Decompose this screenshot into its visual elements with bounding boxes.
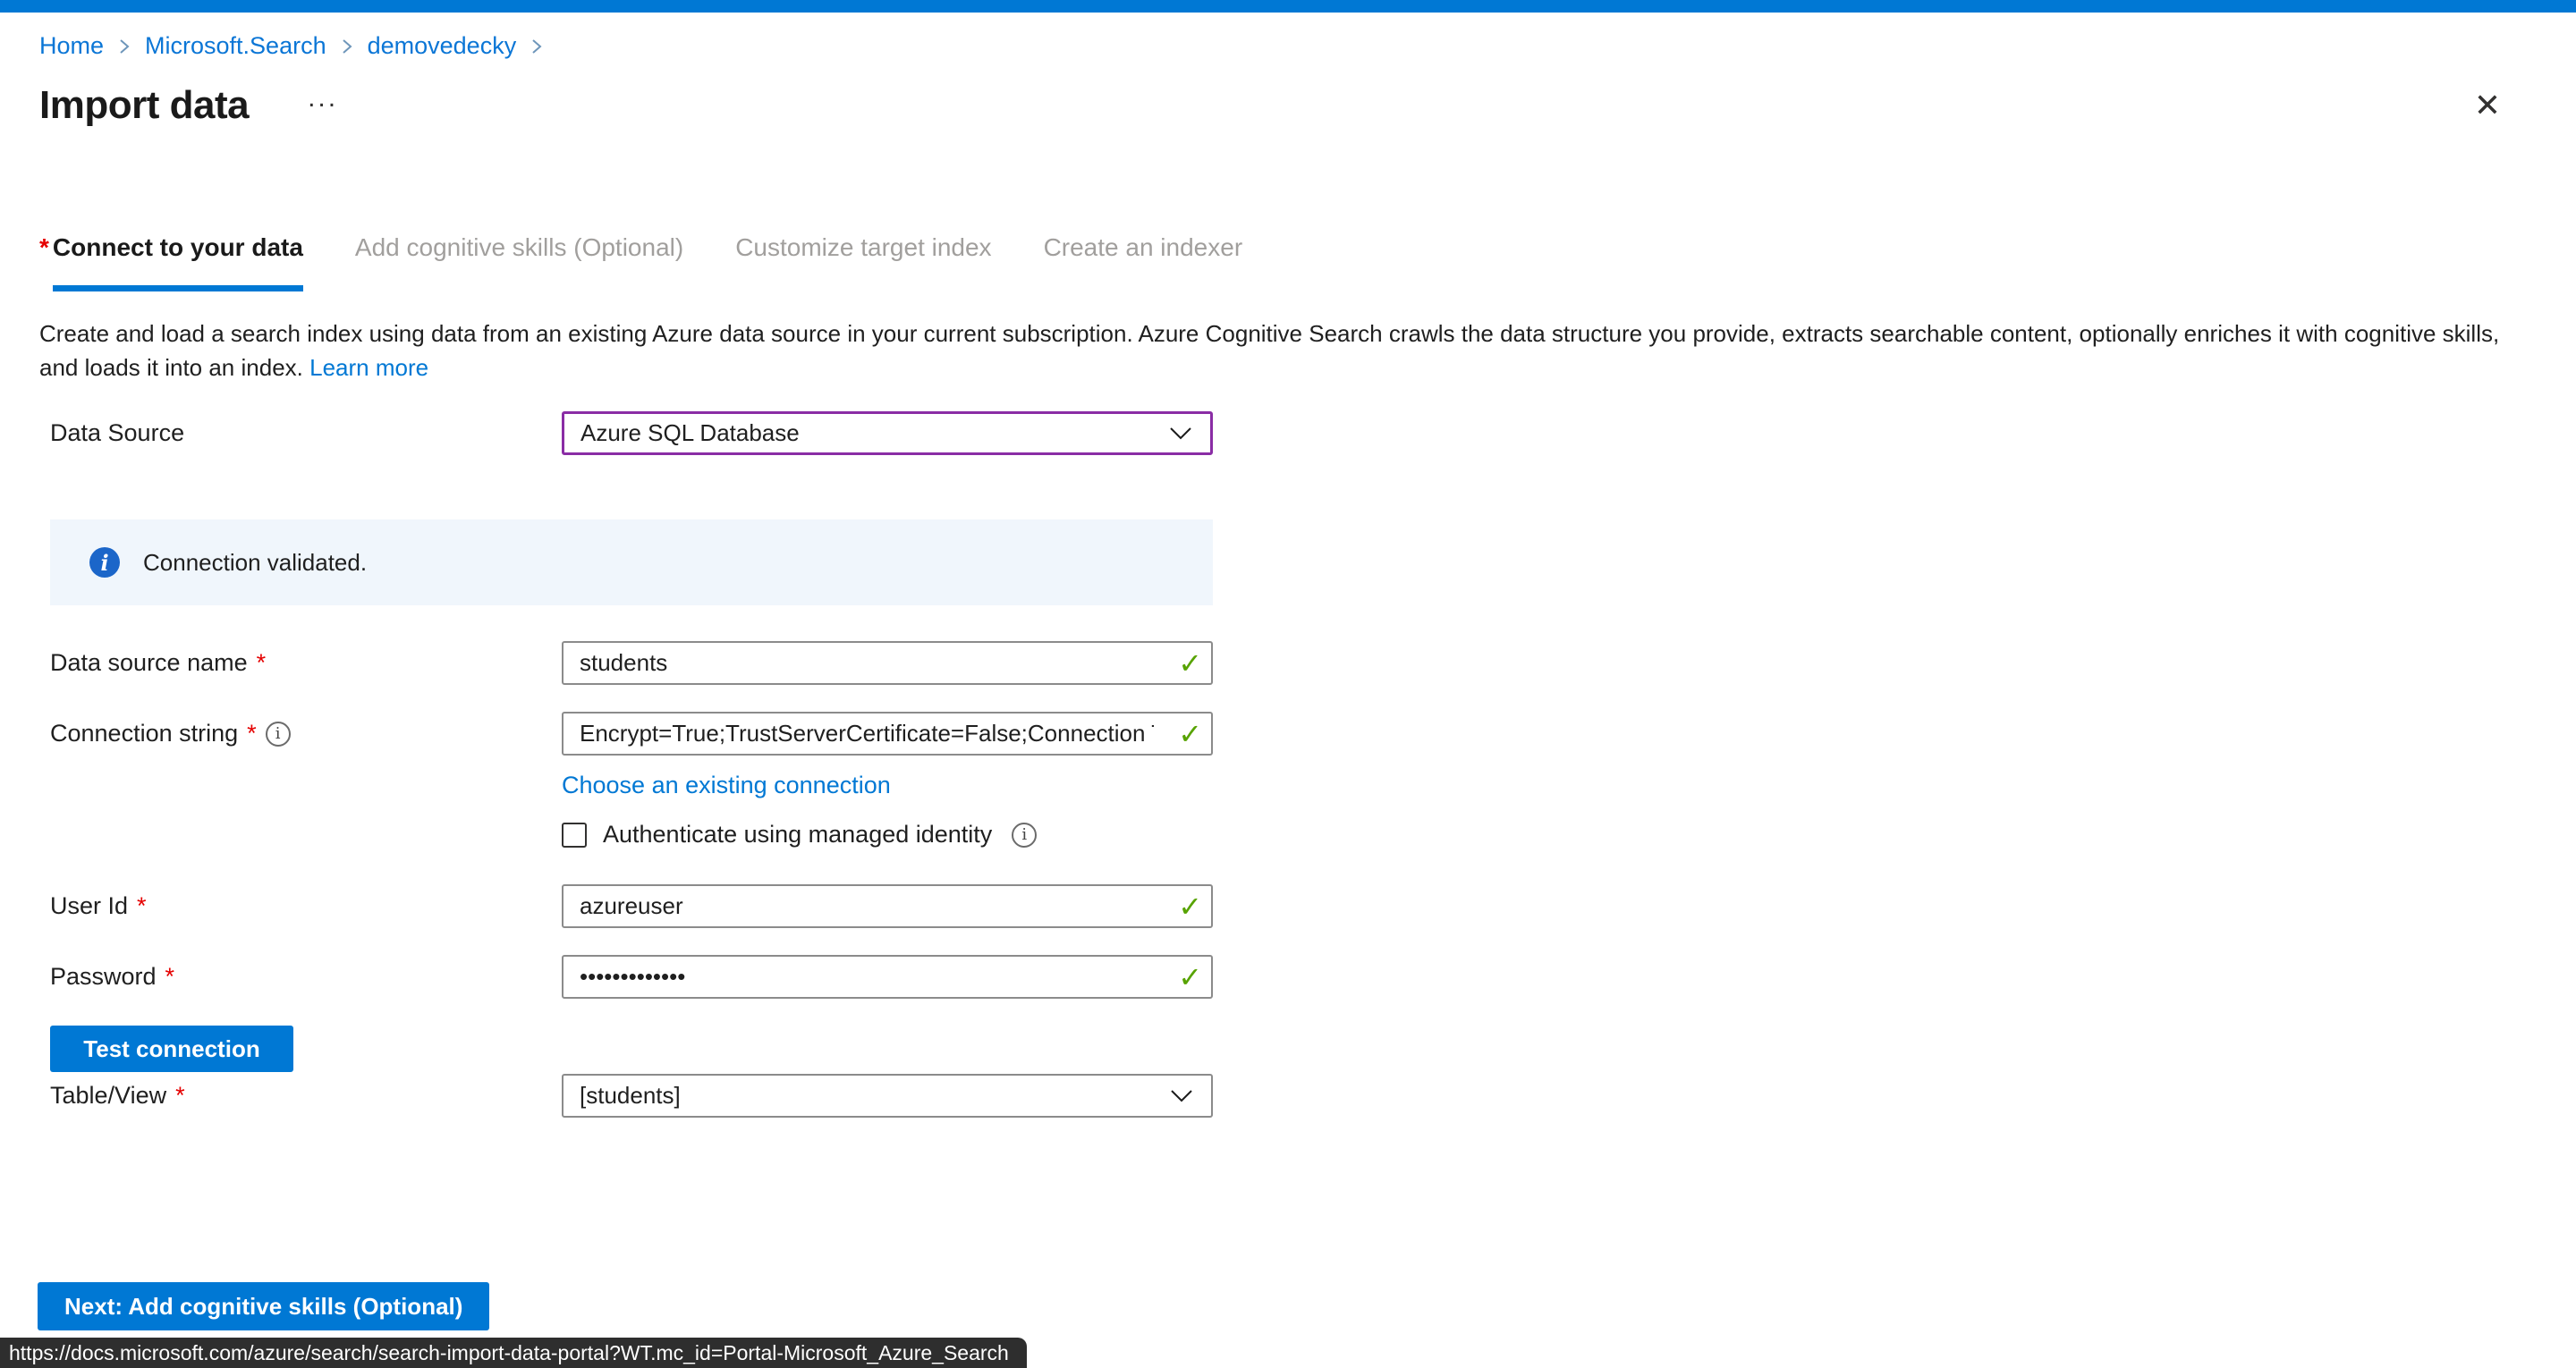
next-add-cognitive-skills-button[interactable]: Next: Add cognitive skills (Optional) xyxy=(38,1282,489,1330)
password-row: Password * ✓ xyxy=(50,955,2537,999)
data-source-select[interactable]: Azure SQL Database xyxy=(562,411,1213,455)
tab-connect-to-your-data[interactable]: *Connect to your data xyxy=(39,233,303,291)
data-source-label: Data Source xyxy=(50,419,562,447)
required-asterisk: * xyxy=(175,1082,185,1110)
import-data-blade: Home Microsoft.Search demovedecky Import… xyxy=(0,32,2576,1118)
data-source-name-row: Data source name * ✓ xyxy=(50,641,2537,685)
breadcrumb-home[interactable]: Home xyxy=(39,32,104,60)
required-asterisk: * xyxy=(247,720,257,747)
user-id-input[interactable] xyxy=(562,884,1213,928)
info-icon: i xyxy=(89,547,120,578)
chevron-right-icon xyxy=(530,37,543,56)
blade-description: Create and load a search index using dat… xyxy=(39,317,2537,384)
table-view-row: Table/View * [students] xyxy=(50,1074,2537,1118)
table-view-selected-value: [students] xyxy=(580,1082,681,1110)
test-connection-button[interactable]: Test connection xyxy=(50,1026,293,1072)
data-source-row: Data Source Azure SQL Database xyxy=(50,411,2537,455)
managed-identity-label: Authenticate using managed identity xyxy=(603,821,992,849)
managed-identity-row: Authenticate using managed identity i xyxy=(562,821,2537,849)
required-asterisk: * xyxy=(137,892,147,920)
link-status-bar: https://docs.microsoft.com/azure/search/… xyxy=(0,1338,1027,1368)
breadcrumb-microsoft-search[interactable]: Microsoft.Search xyxy=(145,32,326,60)
page-title: Import data xyxy=(39,83,249,128)
tab-create-an-indexer[interactable]: Create an indexer xyxy=(1044,233,1243,262)
table-view-label: Table/View * xyxy=(50,1082,562,1110)
chevron-right-icon xyxy=(118,37,131,56)
learn-more-link[interactable]: Learn more xyxy=(309,354,428,381)
user-id-label: User Id * xyxy=(50,892,562,920)
status-url: https://docs.microsoft.com/azure/search/… xyxy=(9,1341,1009,1365)
info-tooltip-icon[interactable]: i xyxy=(1012,823,1037,848)
data-source-name-input[interactable] xyxy=(562,641,1213,685)
more-options-button[interactable]: ... xyxy=(308,85,338,112)
required-asterisk: * xyxy=(39,233,49,261)
chevron-down-icon xyxy=(1169,419,1192,447)
user-id-row: User Id * ✓ xyxy=(50,884,2537,928)
required-asterisk: * xyxy=(165,963,175,991)
connection-string-label: Connection string * i xyxy=(50,720,562,747)
breadcrumb: Home Microsoft.Search demovedecky xyxy=(39,32,2537,60)
data-source-selected-value: Azure SQL Database xyxy=(580,419,800,447)
info-tooltip-icon[interactable]: i xyxy=(266,722,291,747)
choose-existing-connection-link[interactable]: Choose an existing connection xyxy=(562,772,891,798)
close-icon[interactable]: ✕ xyxy=(2474,89,2501,122)
password-input[interactable] xyxy=(562,955,1213,999)
banner-message: Connection validated. xyxy=(143,549,367,577)
chevron-down-icon xyxy=(1170,1082,1193,1110)
wizard-tabs: *Connect to your data Add cognitive skil… xyxy=(39,233,2537,291)
connection-string-input[interactable] xyxy=(562,712,1213,756)
tab-customize-target-index[interactable]: Customize target index xyxy=(735,233,991,262)
managed-identity-checkbox[interactable] xyxy=(562,823,587,848)
table-view-select[interactable]: [students] xyxy=(562,1074,1213,1118)
breadcrumb-demovedecky[interactable]: demovedecky xyxy=(368,32,517,60)
choose-connection-row: Choose an existing connection xyxy=(562,772,2537,799)
data-source-name-label: Data source name * xyxy=(50,649,562,677)
connection-validated-banner: i Connection validated. xyxy=(50,519,1213,605)
chevron-right-icon xyxy=(341,37,353,56)
connection-string-row: Connection string * i ✓ xyxy=(50,712,2537,756)
tab-add-cognitive-skills[interactable]: Add cognitive skills (Optional) xyxy=(355,233,683,262)
password-label: Password * xyxy=(50,963,562,991)
portal-top-bar xyxy=(0,0,2576,13)
required-asterisk: * xyxy=(257,649,267,677)
blade-header: Import data ... ✕ xyxy=(39,83,2537,128)
